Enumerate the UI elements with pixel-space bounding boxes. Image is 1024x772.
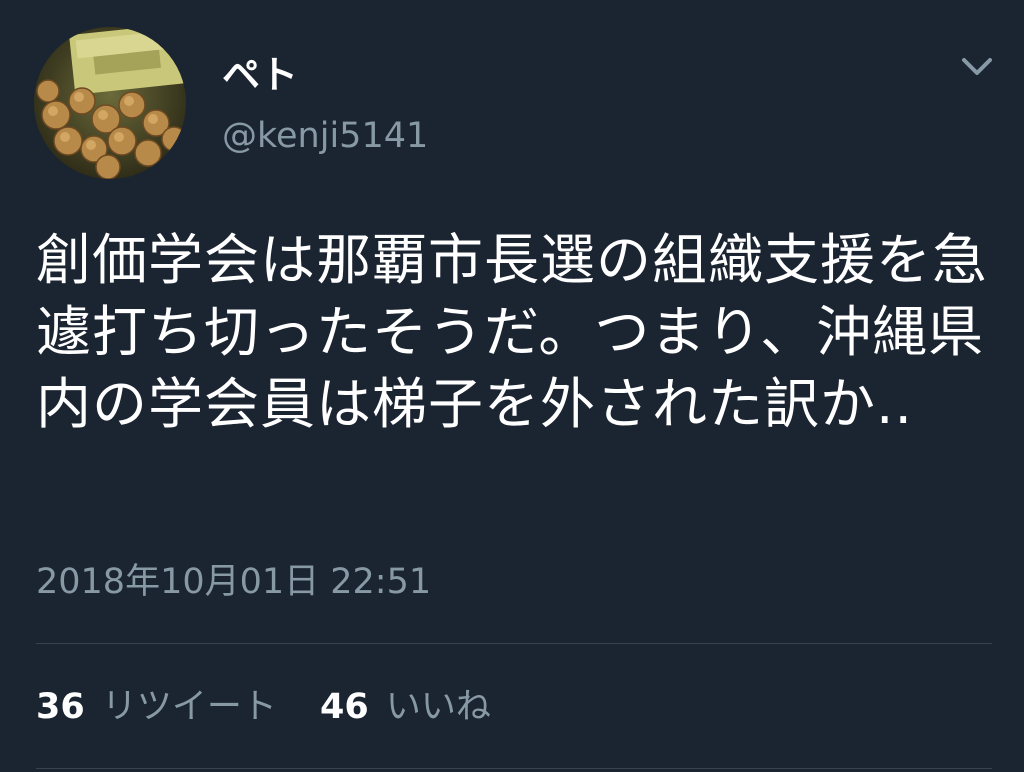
user-handle[interactable]: @kenji5141 xyxy=(222,115,428,157)
divider xyxy=(36,643,992,644)
chevron-down-icon[interactable] xyxy=(958,52,996,82)
avatar-photo-icon xyxy=(34,27,186,179)
retweets-stat[interactable]: 36 リツイート xyxy=(36,685,277,729)
retweets-label: リツイート xyxy=(101,687,277,727)
likes-count: 46 xyxy=(320,687,369,727)
retweets-count: 36 xyxy=(36,687,85,727)
tweet-stats: 36 リツイート 46 いいね xyxy=(36,685,523,729)
tweet-text: 創価学会は那覇市長選の組織支援を急遽打ち切ったそうだ。つまり、沖縄県内の学会員は… xyxy=(36,228,989,436)
likes-label: いいね xyxy=(385,687,491,727)
divider-bottom xyxy=(36,768,992,769)
likes-stat[interactable]: 46 いいね xyxy=(320,685,491,729)
avatar[interactable] xyxy=(34,27,186,179)
display-name[interactable]: ペト xyxy=(222,52,298,98)
tweet-timestamp[interactable]: 2018年10月01日 22:51 xyxy=(36,560,431,604)
tweet-detail: ペト @kenji5141 創価学会は那覇市長選の組織支援を急遽打ち切ったそうだ… xyxy=(0,0,1024,772)
